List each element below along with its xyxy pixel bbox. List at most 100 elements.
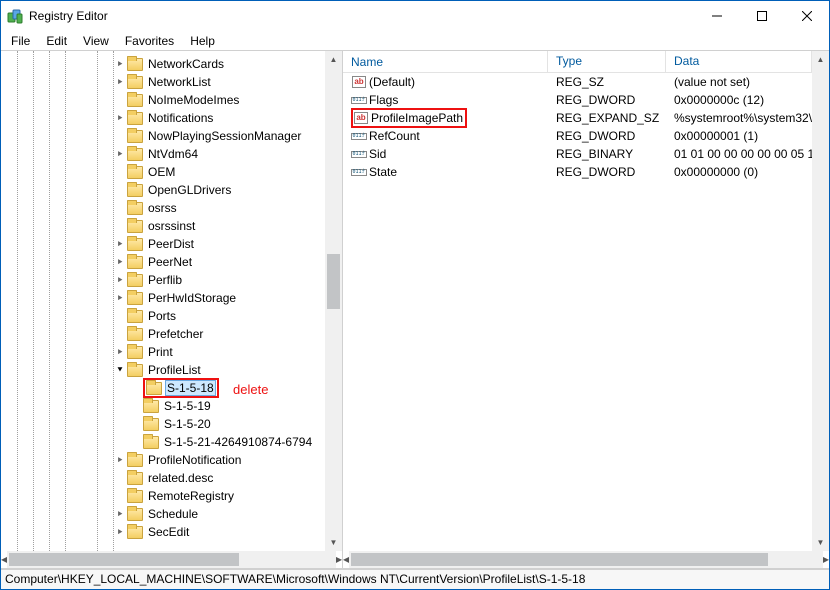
value-row[interactable]: ProfileImagePathREG_EXPAND_SZ%systemroot… bbox=[343, 109, 812, 127]
close-button[interactable] bbox=[784, 1, 829, 31]
chevron-right-icon[interactable]: ⯈ bbox=[113, 275, 127, 286]
tree-item[interactable]: S-1-5-18 bbox=[1, 379, 325, 397]
tree-item[interactable]: S-1-5-19 bbox=[1, 397, 325, 415]
chevron-right-icon[interactable]: ⯈ bbox=[113, 455, 127, 466]
scroll-up-icon[interactable]: ▲ bbox=[325, 51, 342, 68]
maximize-button[interactable] bbox=[739, 1, 784, 31]
tree-scrollbar-vertical[interactable]: ▲ ▼ bbox=[325, 51, 342, 551]
chevron-down-icon[interactable]: ⯆ bbox=[113, 365, 127, 376]
tree-item[interactable]: ⯈ PeerDist bbox=[1, 235, 325, 253]
tree-item[interactable]: ⯈Notifications bbox=[1, 109, 325, 127]
chevron-right-icon[interactable]: ⯈ bbox=[113, 239, 127, 250]
menu-favorites[interactable]: Favorites bbox=[119, 32, 180, 50]
col-type[interactable]: Type bbox=[548, 51, 666, 72]
menu-view[interactable]: View bbox=[77, 32, 115, 50]
value-type: REG_BINARY bbox=[548, 147, 666, 161]
tree-item[interactable]: ⯈NetworkCards bbox=[1, 55, 325, 73]
col-name[interactable]: Name bbox=[343, 51, 548, 72]
list-scrollbar-horizontal[interactable]: ◀ ▶ bbox=[343, 551, 829, 568]
folder-icon bbox=[127, 273, 143, 287]
tree-item-label: S-1-5-18 bbox=[165, 380, 216, 396]
chevron-right-icon[interactable]: ⯈ bbox=[113, 77, 127, 88]
chevron-right-icon[interactable]: ⯈ bbox=[113, 527, 127, 538]
value-row[interactable]: FlagsREG_DWORD0x0000000c (12) bbox=[343, 91, 812, 109]
tree-item-label: Schedule bbox=[146, 507, 200, 521]
tree-item[interactable]: ⯈Print bbox=[1, 343, 325, 361]
chevron-right-icon[interactable]: ⯈ bbox=[113, 113, 127, 124]
value-name: (Default) bbox=[369, 75, 415, 89]
folder-icon bbox=[143, 399, 159, 413]
value-row[interactable]: (Default)REG_SZ(value not set) bbox=[343, 73, 812, 91]
folder-icon bbox=[127, 219, 143, 233]
tree-item[interactable]: RemoteRegistry bbox=[1, 487, 325, 505]
scroll-right-icon[interactable]: ▶ bbox=[336, 551, 342, 568]
value-type: REG_DWORD bbox=[548, 165, 666, 179]
value-row[interactable]: SidREG_BINARY01 01 00 00 00 00 00 05 12 … bbox=[343, 145, 812, 163]
value-data: 0x00000001 (1) bbox=[666, 129, 812, 143]
window-title: Registry Editor bbox=[29, 9, 108, 23]
value-name: State bbox=[369, 165, 397, 179]
folder-icon bbox=[127, 291, 143, 305]
chevron-right-icon[interactable]: ⯈ bbox=[113, 347, 127, 358]
tree-item[interactable]: Prefetcher bbox=[1, 325, 325, 343]
tree-item[interactable]: ⯈ Perflib bbox=[1, 271, 325, 289]
scroll-right-icon[interactable]: ▶ bbox=[823, 551, 829, 568]
tree-item[interactable]: ⯈SecEdit bbox=[1, 523, 325, 541]
chevron-right-icon[interactable]: ⯈ bbox=[113, 59, 127, 70]
tree-item[interactable]: S-1-5-20 bbox=[1, 415, 325, 433]
folder-icon bbox=[127, 147, 143, 161]
chevron-right-icon[interactable]: ⯈ bbox=[113, 509, 127, 520]
tree-item-label: S-1-5-20 bbox=[162, 417, 213, 431]
values-list[interactable]: (Default)REG_SZ(value not set)FlagsREG_D… bbox=[343, 73, 812, 551]
value-type: REG_EXPAND_SZ bbox=[548, 111, 666, 125]
titlebar[interactable]: Registry Editor bbox=[1, 1, 829, 31]
highlight-box: S-1-5-18 bbox=[143, 378, 219, 398]
delete-annotation: delete bbox=[233, 382, 268, 397]
value-row[interactable]: RefCountREG_DWORD0x00000001 (1) bbox=[343, 127, 812, 145]
menu-file[interactable]: File bbox=[5, 32, 36, 50]
scroll-down-icon[interactable]: ▼ bbox=[325, 534, 342, 551]
tree-item[interactable]: ⯈NetworkList bbox=[1, 73, 325, 91]
string-value-icon bbox=[351, 74, 367, 90]
folder-icon bbox=[127, 471, 143, 485]
chevron-right-icon[interactable]: ⯈ bbox=[113, 293, 127, 304]
scroll-down-icon[interactable]: ▼ bbox=[812, 534, 829, 551]
col-data[interactable]: Data bbox=[666, 51, 812, 72]
tree-item-label: Perflib bbox=[146, 273, 184, 287]
list-scrollbar-vertical[interactable]: ▲ ▼ bbox=[812, 51, 829, 551]
chevron-right-icon[interactable]: ⯈ bbox=[113, 149, 127, 160]
tree-item[interactable]: ⯈ PerHwIdStorage bbox=[1, 289, 325, 307]
tree-item[interactable]: ⯆ProfileList bbox=[1, 361, 325, 379]
tree-item[interactable]: NowPlayingSessionManager bbox=[1, 127, 325, 145]
tree-item-label: PeerDist bbox=[146, 237, 196, 251]
tree-item[interactable]: ⯈ProfileNotification bbox=[1, 451, 325, 469]
folder-icon bbox=[127, 129, 143, 143]
binary-value-icon bbox=[351, 164, 367, 180]
value-row[interactable]: StateREG_DWORD0x00000000 (0) bbox=[343, 163, 812, 181]
tree-item[interactable]: osrssinst bbox=[1, 217, 325, 235]
tree-item[interactable]: NoImeModeImes bbox=[1, 91, 325, 109]
tree-scrollbar-horizontal[interactable]: ◀ ▶ bbox=[1, 551, 342, 568]
tree-item[interactable]: Ports bbox=[1, 307, 325, 325]
registry-tree[interactable]: delete ⯈NetworkCards⯈NetworkListNoImeMod… bbox=[1, 51, 325, 551]
tree-item[interactable]: OEM bbox=[1, 163, 325, 181]
tree-item[interactable]: S-1-5-21-4264910874-6794 bbox=[1, 433, 325, 451]
tree-item[interactable]: ⯈ Schedule bbox=[1, 505, 325, 523]
folder-icon bbox=[146, 381, 162, 395]
menu-help[interactable]: Help bbox=[184, 32, 221, 50]
tree-item[interactable]: osrss bbox=[1, 199, 325, 217]
menu-edit[interactable]: Edit bbox=[40, 32, 73, 50]
folder-icon bbox=[127, 183, 143, 197]
tree-item[interactable]: ⯈NtVdm64 bbox=[1, 145, 325, 163]
menubar: File Edit View Favorites Help bbox=[1, 31, 829, 51]
minimize-button[interactable] bbox=[694, 1, 739, 31]
chevron-right-icon[interactable]: ⯈ bbox=[113, 257, 127, 268]
tree-item-label: PerHwIdStorage bbox=[146, 291, 238, 305]
tree-item[interactable]: related.desc bbox=[1, 469, 325, 487]
tree-item[interactable]: ⯈PeerNet bbox=[1, 253, 325, 271]
scroll-up-icon[interactable]: ▲ bbox=[812, 51, 829, 68]
string-value-icon bbox=[353, 110, 369, 126]
folder-icon bbox=[127, 489, 143, 503]
list-header[interactable]: Name Type Data bbox=[343, 51, 812, 73]
tree-item[interactable]: OpenGLDrivers bbox=[1, 181, 325, 199]
